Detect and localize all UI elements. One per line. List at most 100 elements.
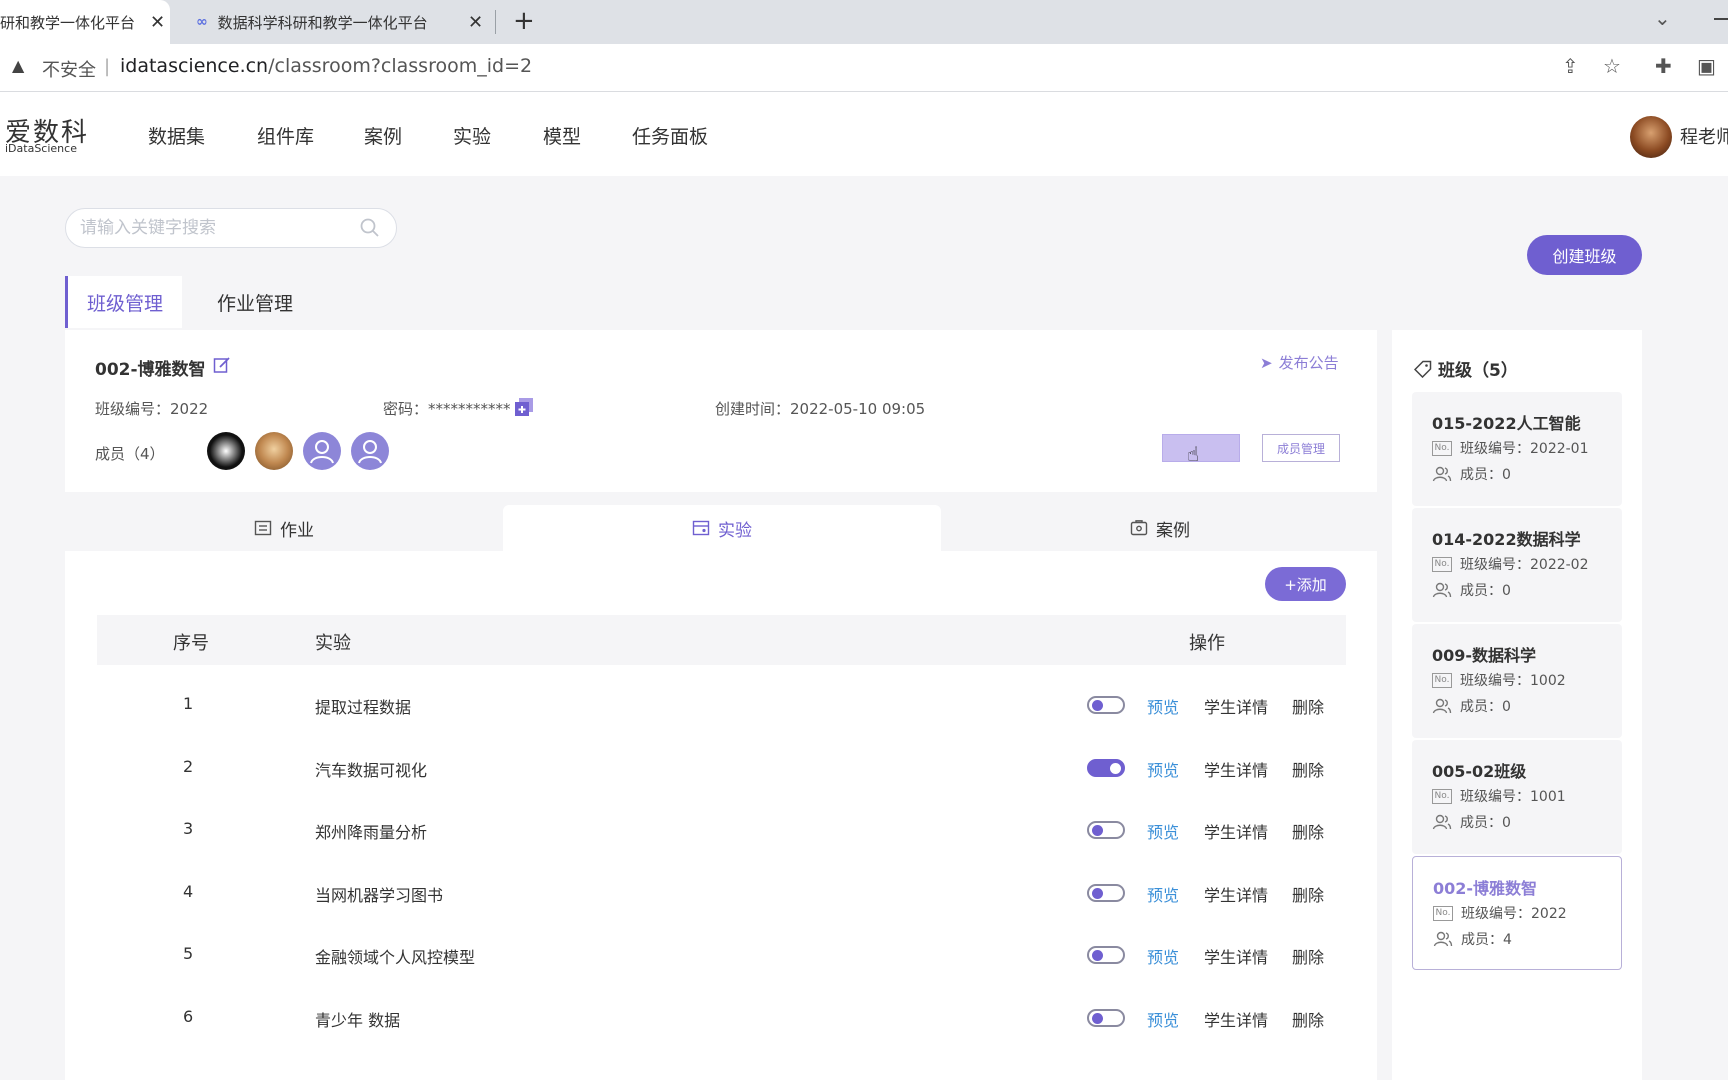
column-header: 序号 (173, 633, 209, 654)
member-avatar[interactable] (255, 432, 293, 470)
nav-datasets[interactable]: 数据集 (148, 122, 205, 149)
preview-link[interactable]: 预览 (1147, 882, 1179, 906)
class-card-name: 002-博雅数智 (1433, 879, 1538, 898)
class-card[interactable]: 009-数据科学 No. 班级编号：1002 成员：0 (1412, 624, 1622, 738)
toggle-knob (1092, 950, 1103, 962)
url-host: idatascience.cn (120, 55, 269, 77)
class-card[interactable]: 014-2022数据科学 No. 班级编号：2022-02 成员：0 (1412, 508, 1622, 622)
browser-tab[interactable]: ∞ 数据科学科研和教学一体化平台 ✕ (196, 0, 486, 44)
tab-title: 数据科学科研和教学一体化平台 (217, 13, 428, 32)
visibility-toggle[interactable] (1087, 883, 1125, 902)
class-card[interactable]: 005-02班级 No. 班级编号：1001 成员：0 (1412, 740, 1622, 854)
share-icon[interactable]: ⇪ (1562, 54, 1579, 78)
table-row: 4 当网机器学习图书 预览 学生详情 删除 (97, 862, 1346, 924)
delete-link[interactable]: 删除 (1292, 757, 1324, 781)
browser-tab-bar: 研和教学一体化平台 ✕ ∞ 数据科学科研和教学一体化平台 ✕ + ⌄ (0, 0, 1728, 44)
nav-components[interactable]: 组件库 (257, 122, 314, 149)
nav-cases[interactable]: 案例 (364, 122, 402, 149)
close-icon[interactable]: ✕ (150, 12, 165, 33)
table-row: 6 青少年 数据 预览 学生详情 删除 (97, 987, 1346, 1049)
experiment-table-panel: +添加 序号 实验 操作 1 提取过程数据 预览 学生详情 删除 2 汽车数据可视化 预览 学生… (65, 551, 1377, 1080)
url-path: /classroom?classroom_id=2 (268, 55, 533, 77)
table-row: 3 郑州降雨量分析 预览 学生详情 删除 (97, 799, 1346, 861)
class-card-code: 班级编号：1002 (1460, 673, 1566, 689)
student-detail-link[interactable]: 学生详情 (1204, 819, 1268, 843)
new-tab-button[interactable]: + (513, 6, 535, 36)
student-detail-link[interactable]: 学生详情 (1204, 882, 1268, 906)
class-card-code: 班级编号：2022-02 (1460, 557, 1589, 573)
members-icon (1432, 466, 1452, 482)
tab-class-management[interactable]: 班级管理 (65, 276, 182, 328)
minimize-icon[interactable] (1714, 18, 1728, 20)
column-header: 实验 (315, 633, 351, 654)
experiment-name: 金融领域个人风控模型 (315, 948, 476, 968)
edit-icon[interactable] (213, 356, 231, 374)
class-card-name: 014-2022数据科学 (1432, 530, 1581, 549)
sidepanel-icon[interactable]: ▣ (1697, 54, 1716, 78)
preview-link[interactable]: 预览 (1147, 757, 1179, 781)
action-button[interactable] (1162, 434, 1240, 462)
preview-link[interactable]: 预览 (1147, 694, 1179, 718)
number-badge-icon: No. (1432, 440, 1452, 456)
created-time: 创建时间：2022-05-10 09:05 (715, 400, 926, 418)
create-class-button[interactable]: 创建班级 (1527, 235, 1642, 275)
member-avatar[interactable] (303, 432, 341, 470)
student-detail-link[interactable]: 学生详情 (1204, 944, 1268, 968)
member-avatar[interactable] (207, 432, 245, 470)
nav-experiments[interactable]: 实验 (453, 122, 491, 149)
class-card[interactable]: 002-博雅数智 No. 班级编号：2022 成员：4 (1412, 856, 1622, 970)
copy-icon[interactable] (513, 396, 535, 418)
add-button[interactable]: +添加 (1265, 567, 1346, 601)
class-card[interactable]: 015-2022人工智能 No. 班级编号：2022-01 成员：0 (1412, 392, 1622, 506)
members-icon (1432, 698, 1452, 714)
tab-case[interactable]: 案例 (941, 505, 1379, 551)
preview-link[interactable]: 预览 (1147, 1007, 1179, 1031)
user-avatar[interactable] (1630, 116, 1672, 158)
delete-link[interactable]: 删除 (1292, 944, 1324, 968)
preview-link[interactable]: 预览 (1147, 944, 1179, 968)
student-detail-link[interactable]: 学生详情 (1204, 757, 1268, 781)
student-detail-link[interactable]: 学生详情 (1204, 694, 1268, 718)
warning-icon[interactable]: ▲ (12, 56, 24, 75)
search-input[interactable] (80, 217, 350, 239)
star-icon[interactable]: ☆ (1603, 54, 1621, 78)
delete-link[interactable]: 删除 (1292, 882, 1324, 906)
member-avatar[interactable] (351, 432, 389, 470)
nav-task-board[interactable]: 任务面板 (632, 122, 708, 149)
extension-icon[interactable]: ✚ (1655, 54, 1672, 78)
nav-models[interactable]: 模型 (543, 122, 581, 149)
browser-tab-active[interactable]: 研和教学一体化平台 ✕ (0, 0, 170, 44)
student-detail-link[interactable]: 学生详情 (1204, 1007, 1268, 1031)
preview-link[interactable]: 预览 (1147, 819, 1179, 843)
search-icon[interactable] (359, 217, 381, 239)
insecure-label[interactable]: 不安全 (42, 56, 96, 82)
visibility-toggle[interactable] (1087, 821, 1125, 840)
chevron-down-icon[interactable]: ⌄ (1654, 6, 1671, 30)
tab-homework[interactable]: 作业 (65, 505, 503, 551)
class-card-members: 成员：0 (1460, 467, 1511, 483)
class-list-header: 班级（5） (1414, 356, 1518, 381)
tab-homework-management[interactable]: 作业管理 (195, 276, 315, 328)
toggle-knob (1092, 887, 1103, 899)
url-text[interactable]: idatascience.cn/classroom?classroom_id=2 (120, 55, 532, 77)
publish-announcement-button[interactable]: ➤ 发布公告 (1260, 352, 1339, 373)
class-card-code: 班级编号：2022-01 (1460, 441, 1589, 457)
delete-link[interactable]: 删除 (1292, 694, 1324, 718)
class-card-code: 班级编号：2022 (1461, 906, 1567, 922)
visibility-toggle[interactable] (1087, 758, 1125, 777)
class-card-name: 009-数据科学 (1432, 646, 1537, 665)
close-icon[interactable]: ✕ (468, 12, 483, 33)
address-bar[interactable]: ▲ 不安全 | idatascience.cn/classroom?classr… (0, 44, 1728, 92)
visibility-toggle[interactable] (1087, 946, 1125, 965)
user-name[interactable]: 程老师 (1680, 123, 1728, 149)
infinity-icon: ∞ (196, 14, 208, 30)
experiment-icon (692, 520, 710, 536)
tab-experiment[interactable]: 实验 (503, 505, 941, 551)
delete-link[interactable]: 删除 (1292, 819, 1324, 843)
row-index: 3 (183, 819, 194, 839)
search-box (65, 208, 397, 248)
member-management-button[interactable]: 成员管理 (1262, 434, 1340, 462)
delete-link[interactable]: 删除 (1292, 1007, 1324, 1031)
visibility-toggle[interactable] (1087, 1009, 1125, 1027)
visibility-toggle[interactable] (1087, 696, 1125, 714)
